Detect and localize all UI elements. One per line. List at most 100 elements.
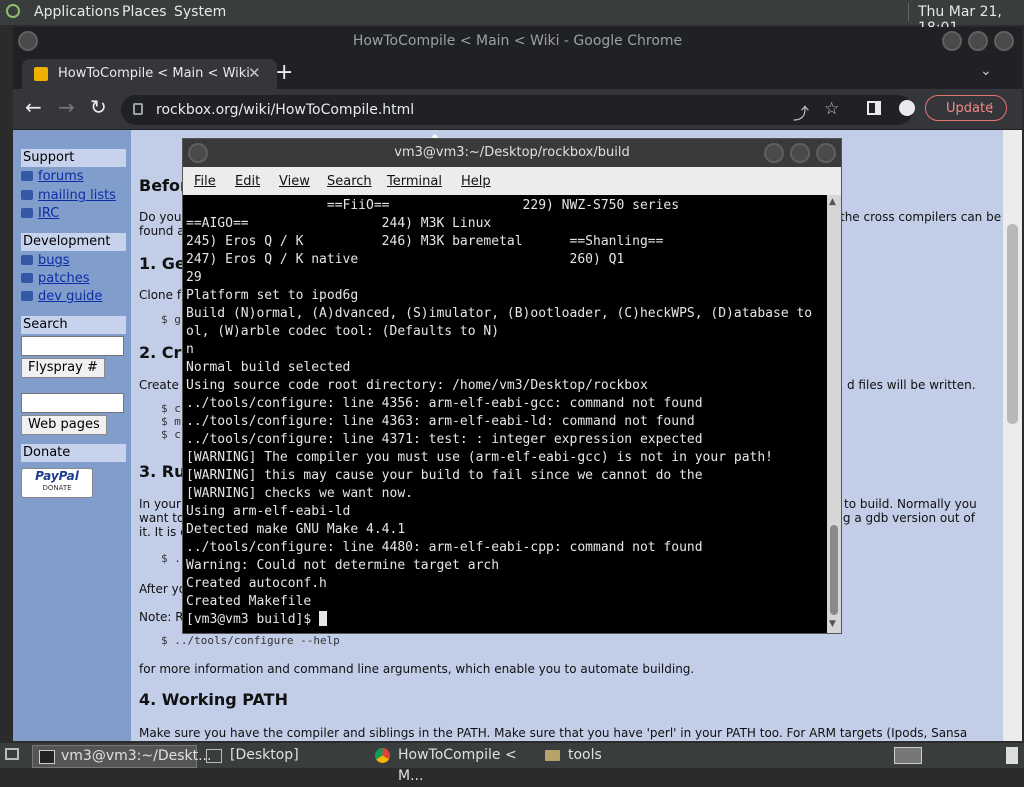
sidebar-link-mailing-lists[interactable]: mailing lists (21, 188, 116, 203)
terminal-line: [WARNING] this may cause your build to f… (186, 468, 703, 483)
update-button[interactable]: Update ⋮ (925, 95, 1007, 121)
heading-3: 3. Ru (139, 462, 186, 481)
terminal-line: n (186, 342, 194, 357)
menu-terminal[interactable]: Terminal (387, 174, 442, 189)
terminal-scrollbar[interactable]: ▲ ▼ (827, 195, 841, 633)
scroll-down-icon[interactable]: ▼ (829, 619, 836, 629)
new-tab-icon[interactable]: + (275, 60, 293, 85)
scroll-up-icon[interactable]: ▲ (829, 197, 836, 207)
toolbar: ← → ↻ rockbox.org/wiki/HowToCompile.html… (13, 89, 1022, 129)
sidebar-link-forums[interactable]: forums (21, 169, 84, 184)
paypal-donate-button[interactable]: PayPal DONATE (21, 468, 93, 498)
sidebar-link-dev-guide[interactable]: dev guide (21, 289, 102, 304)
browser-tab[interactable]: HowToCompile < Main < Wiki ✕ (22, 59, 277, 89)
para-to-build: to build. Normally you (844, 497, 977, 511)
code-configure-help: $ ../tools/configure --help (161, 634, 340, 647)
places-menu[interactable]: Places (122, 4, 167, 20)
bookmark-star-icon[interactable]: ☆ (824, 99, 839, 119)
taskbar-item-terminal[interactable]: vm3@vm3:~/Deskt... (32, 745, 211, 768)
terminal-line: ol, (W)arble codec tool: (Defaults to N) (186, 324, 500, 339)
heading-1: 1. Ge (139, 254, 186, 273)
page-scrollbar-thumb[interactable] (1007, 224, 1018, 424)
terminal-menu-button[interactable] (188, 143, 208, 163)
terminal-line: ../tools/configure: line 4480: arm-elf-e… (186, 540, 703, 555)
support-heading: Support (21, 149, 126, 167)
trash-icon[interactable] (1006, 747, 1018, 764)
terminal-line: ../tools/configure: line 4363: arm-elf-e… (186, 414, 695, 429)
terminal-line: [WARNING] The compiler you must use (arm… (186, 450, 773, 465)
close-window-button[interactable] (994, 31, 1014, 51)
system-menu[interactable]: System (174, 4, 226, 20)
flyspray-search-input[interactable] (21, 336, 124, 356)
terminal-window: vm3@vm3:~/Desktop/rockbox/build File Edi… (182, 138, 842, 634)
show-desktop-icon[interactable] (5, 748, 19, 760)
chrome-icon (375, 748, 390, 763)
bottom-taskbar: vm3@vm3:~/Deskt... [Desktop] HowToCompil… (0, 743, 1024, 784)
reload-icon[interactable]: ↻ (90, 95, 107, 119)
terminal-line: ../tools/configure: line 4356: arm-elf-e… (186, 396, 703, 411)
gnome-foot-icon[interactable] (6, 4, 20, 18)
applications-menu[interactable]: Applications (34, 4, 120, 20)
terminal-close-button[interactable] (816, 143, 836, 163)
share-icon[interactable]: ⤴ (793, 100, 809, 124)
help-icon (21, 291, 33, 301)
terminal-maximize-button[interactable] (790, 143, 810, 163)
taskbar-item-tools[interactable]: tools (540, 745, 700, 766)
terminal-line: Build (N)ormal, (A)dvanced, (S)imulator,… (186, 306, 813, 321)
omnibox[interactable]: rockbox.org/wiki/HowToCompile.html ⤴ ☆ (121, 95, 913, 125)
menu-file[interactable]: File (194, 174, 216, 189)
development-heading: Development (21, 233, 126, 251)
menu-edit[interactable]: Edit (235, 174, 260, 189)
workspace-switcher[interactable] (894, 747, 922, 764)
para-gdb: king a gdb version out of (825, 511, 975, 525)
sidebar-link-patches[interactable]: patches (21, 271, 89, 286)
terminal-line: [vm3@vm3 build]$ (186, 612, 320, 627)
para-in-your: In your (139, 497, 181, 511)
minimize-button[interactable] (942, 31, 962, 51)
para-found: found a (139, 224, 185, 238)
code-clone: $ g (161, 313, 181, 326)
profile-avatar-icon[interactable] (899, 100, 915, 116)
terminal-line: Using arm-elf-eabi-ld (186, 504, 351, 519)
terminal-line: Created Makefile (186, 594, 312, 609)
menu-search[interactable]: Search (327, 174, 372, 189)
flyspray-button[interactable]: Flyspray # (21, 358, 105, 378)
more-menu-icon[interactable]: ⋮ (985, 96, 998, 122)
menu-view[interactable]: View (279, 174, 310, 189)
sidebar-link-irc[interactable]: IRC (21, 206, 59, 221)
panel-separator (908, 3, 909, 21)
para-cross-compilers: the cross compilers can be (840, 210, 1002, 224)
tab-search-icon[interactable]: ⌄ (980, 63, 992, 79)
taskbar-item-desktop[interactable]: [Desktop] (200, 745, 365, 766)
para-files-written: d files will be written. (847, 378, 976, 392)
web-pages-button[interactable]: Web pages (21, 415, 107, 435)
url-text[interactable]: rockbox.org/wiki/HowToCompile.html (156, 102, 414, 118)
terminal-minimize-button[interactable] (764, 143, 784, 163)
terminal-text: ==FiiO== 229) NWZ-S750 series ==AIGO== 2… (186, 197, 812, 629)
lock-icon[interactable] (133, 103, 143, 115)
terminal-line: ==AIGO== 244) M3K Linux (186, 216, 492, 231)
menu-help[interactable]: Help (461, 174, 491, 189)
heading-4: 4. Working PATH (139, 690, 288, 709)
taskbar-item-chrome[interactable]: HowToCompile < M... (370, 745, 535, 784)
para-path: Make sure you have the compiler and sibl… (139, 726, 968, 740)
web-search-input[interactable] (21, 393, 124, 413)
terminal-line: Detected make GNU Make 4.4.1 (186, 522, 406, 537)
window-menu-button[interactable] (18, 31, 38, 51)
terminal-line: Normal build selected (186, 360, 351, 375)
terminal-output[interactable]: ==FiiO== 229) NWZ-S750 series ==AIGO== 2… (183, 195, 827, 633)
page-scrollbar[interactable] (1003, 130, 1022, 741)
forward-icon[interactable]: → (58, 95, 75, 119)
terminal-menubar: File Edit View Search Terminal Help (183, 167, 841, 195)
tab-close-icon[interactable]: ✕ (248, 64, 261, 82)
terminal-line: 29 (186, 270, 202, 285)
maximize-button[interactable] (968, 31, 988, 51)
back-icon[interactable]: ← (25, 95, 42, 119)
tab-title: HowToCompile < Main < Wiki (58, 66, 250, 81)
sidebar-link-bugs[interactable]: bugs (21, 253, 70, 268)
para-after: After yo (139, 582, 187, 596)
patch-icon (21, 273, 33, 283)
para-clone: Clone f (139, 288, 182, 302)
side-panel-icon[interactable] (867, 101, 881, 115)
terminal-scrollbar-thumb[interactable] (830, 525, 838, 615)
